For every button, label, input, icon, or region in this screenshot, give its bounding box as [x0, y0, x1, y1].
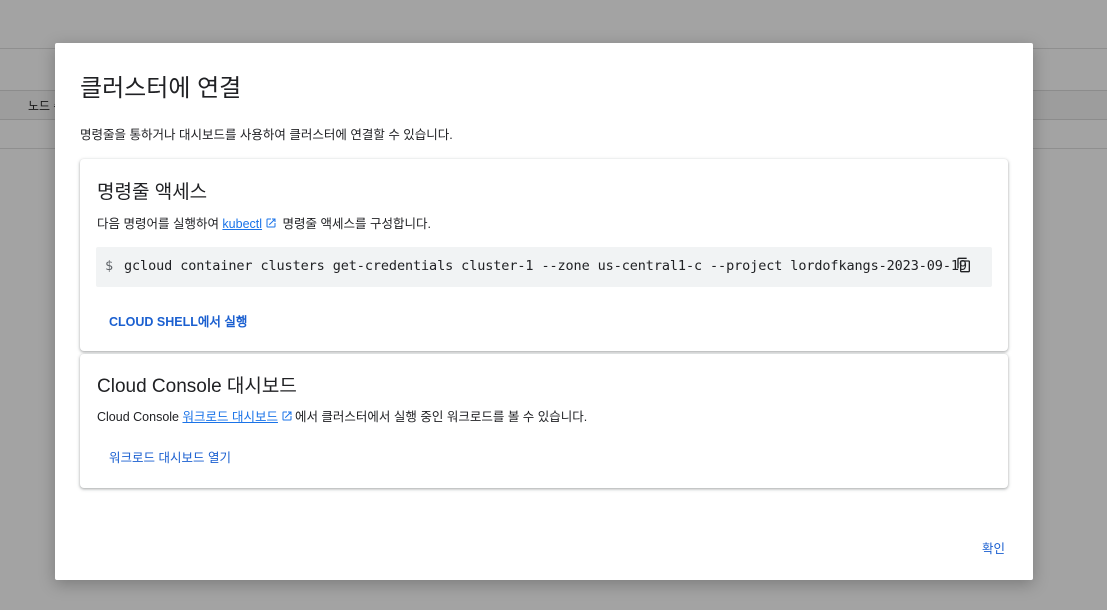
console-text-after: 에서 클러스터에서 실행 중인 워크로드를 볼 수 있습니다. [294, 410, 588, 424]
dialog-title: 클러스터에 연결 [80, 75, 242, 102]
console-card-title: Cloud Console 대시보드 [97, 376, 297, 397]
connect-cluster-dialog: 클러스터에 연결 명령줄을 통하거나 대시보드를 사용하여 클러스터에 연결할 … [55, 43, 1033, 580]
cli-text-after: 명령줄 액세스를 구성합니다. [279, 217, 431, 231]
workload-dashboard-link[interactable]: 워크로드 대시보드 [182, 410, 277, 424]
console-text-before: Cloud Console [97, 410, 183, 424]
kubectl-link[interactable]: kubectl [222, 217, 262, 231]
command-text[interactable]: gcloud container clusters get-credential… [124, 258, 967, 274]
console-card-text: Cloud Console 워크로드 대시보드 에서 클러스터에서 실행 중인 워… [97, 406, 587, 425]
cli-card-text: 다음 명령어를 실행하여 kubectl 명령줄 액세스를 구성합니다. [97, 213, 431, 232]
open-workload-dashboard-button[interactable]: 워크로드 대시보드 열기 [109, 447, 231, 466]
command-box: $ gcloud container clusters get-credenti… [96, 247, 992, 287]
run-in-cloud-shell-button[interactable]: CLOUD SHELL에서 실행 [109, 311, 247, 330]
command-prompt: $ [105, 258, 114, 274]
confirm-button[interactable]: 확인 [982, 538, 1005, 557]
cli-access-card: 명령줄 액세스 다음 명령어를 실행하여 kubectl 명령줄 액세스를 구성… [80, 159, 1008, 351]
cli-text-before: 다음 명령어를 실행하여 [97, 217, 223, 231]
dialog-description: 명령줄을 통하거나 대시보드를 사용하여 클러스터에 연결할 수 있습니다. [80, 128, 453, 142]
cli-card-title: 명령줄 액세스 [97, 182, 208, 203]
copy-icon[interactable] [956, 256, 972, 274]
external-link-icon[interactable] [265, 217, 277, 229]
external-link-icon[interactable] [281, 410, 293, 422]
console-dashboard-card: Cloud Console 대시보드 Cloud Console 워크로드 대시… [80, 354, 1008, 488]
